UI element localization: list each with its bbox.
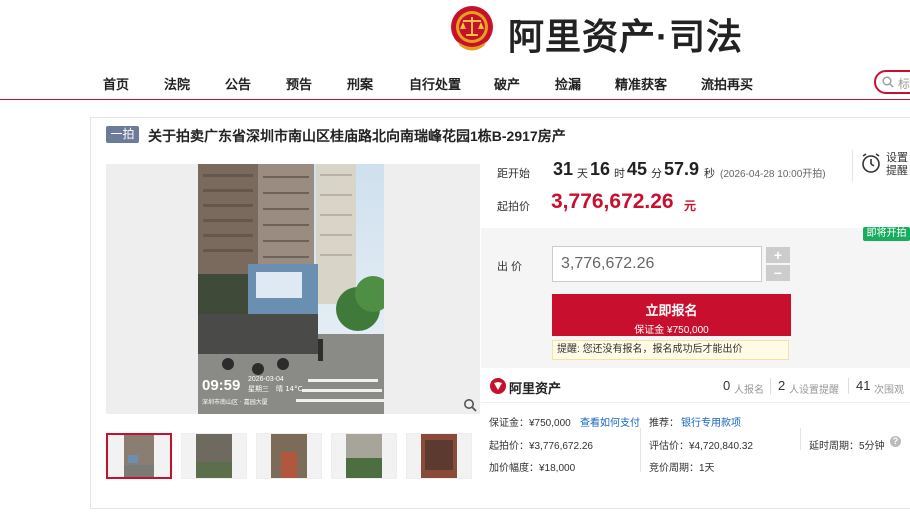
auction-stage-badge: 一拍: [106, 126, 139, 143]
auction-start-time: (2026-04-28 10:00开拍): [720, 169, 826, 180]
reminder-tip: 提醒: 您还没有报名，报名成功后才能出价: [552, 340, 789, 360]
bid-amount-input[interactable]: [552, 246, 762, 282]
photo-thumbnail[interactable]: [181, 433, 247, 479]
nav-item-precision-leads[interactable]: 精准获客: [615, 74, 667, 93]
set-reminder-button[interactable]: 设置提醒: [886, 152, 910, 178]
countdown-seconds-unit: 秒: [704, 168, 715, 180]
nav-item-home[interactable]: 首页: [103, 74, 129, 93]
start-price-value: 3,776,672.26: [551, 190, 674, 213]
nav-item-preview[interactable]: 预告: [286, 74, 312, 93]
photo-location: 深圳市南山区 · 嘉园大厦: [202, 398, 268, 406]
ali-assets-brand: 阿里资产: [509, 381, 562, 396]
photo-weekday: 星期三: [248, 385, 269, 393]
reminder-label: 人设置提醒: [789, 385, 839, 396]
zoom-icon[interactable]: [463, 398, 477, 412]
nav-item-criminal[interactable]: 刑案: [347, 74, 373, 93]
nav-item-announcement[interactable]: 公告: [225, 74, 251, 93]
bid-increment: 加价幅度：¥18,000: [489, 463, 576, 474]
signup-count: 0: [723, 378, 731, 393]
deposit-amount: 保证金：¥750,000: [489, 418, 571, 429]
decrease-bid-button[interactable]: −: [766, 265, 790, 281]
divider: [852, 150, 853, 182]
auction-title: 关于拍卖广东省深圳市南山区桂庙路北向南瑞峰花园1栋B-2917房产: [148, 128, 566, 144]
divider: [770, 378, 771, 394]
photo-time: 09:59: [202, 377, 240, 394]
photo-temp: 晴 14°C: [276, 384, 303, 393]
divider: [800, 428, 801, 450]
court-seal-logo-icon: [449, 5, 495, 53]
register-deposit-text: 保证金 ¥750,000: [634, 325, 709, 336]
help-icon[interactable]: ?: [890, 436, 901, 447]
nav-item-bargain[interactable]: 捡漏: [555, 74, 581, 93]
site-logo-text[interactable]: 阿里资产·司法: [508, 8, 743, 60]
appraisal-price: 评估价：¥4,720,840.32: [649, 441, 753, 452]
tip-text: 您还没有报名，报名成功后才能出价: [582, 344, 743, 355]
register-button-label: 立即报名: [645, 303, 698, 318]
divider: [640, 428, 641, 472]
tip-label: 提醒:: [557, 344, 580, 355]
start-price-detail: 起拍价：¥3,776,672.26: [489, 441, 593, 452]
divider: [848, 378, 849, 394]
countdown-hours-unit: 时: [614, 168, 625, 180]
search-placeholder: 标: [898, 77, 910, 91]
photo-date: 2026-03-04: [248, 376, 284, 383]
photo-thumbnail[interactable]: [406, 433, 472, 479]
nav-item-failed-rebuy[interactable]: 流拍再买: [701, 74, 753, 93]
reminder-count: 2: [778, 378, 786, 393]
how-to-pay-link[interactable]: 查看如何支付: [580, 414, 640, 429]
countdown-hours: 16: [590, 159, 611, 179]
search-icon: [882, 76, 894, 88]
countdown-label: 距开始: [497, 168, 530, 180]
nav-item-self-disposal[interactable]: 自行处置: [409, 74, 461, 93]
countdown-seconds: 57.9: [664, 159, 700, 179]
increase-bid-button[interactable]: +: [766, 247, 790, 263]
bid-label: 出 价: [497, 261, 523, 273]
photo-thumbnail[interactable]: [331, 433, 397, 479]
bidding-cycle: 竞价周期：1天: [649, 463, 715, 474]
countdown-minutes-unit: 分: [651, 168, 662, 180]
register-now-button[interactable]: 立即报名 保证金 ¥750,000: [552, 294, 791, 336]
photo-thumbnail[interactable]: [256, 433, 322, 479]
ali-assets-logo-icon: [490, 378, 506, 394]
bank-dedicated-funds-link[interactable]: 银行专用款项: [681, 414, 741, 429]
status-badge: 即将开拍: [863, 227, 910, 241]
nav-item-bankruptcy[interactable]: 破产: [494, 74, 520, 93]
nav-item-court[interactable]: 法院: [164, 74, 190, 93]
delay-period: 延时周期：5分钟: [809, 441, 885, 452]
view-label: 次围观: [874, 385, 904, 396]
countdown-minutes: 45: [627, 159, 648, 179]
photo-thumbnail[interactable]: [106, 433, 172, 479]
recommend-label: 推荐：: [649, 418, 679, 429]
signup-label: 人报名: [734, 385, 764, 396]
property-photo[interactable]: 09:59 2026-03-04 星期三 晴 14°C 深圳市南山区 · 嘉园大…: [198, 164, 391, 414]
countdown-days-unit: 天: [577, 168, 588, 180]
countdown-days: 31: [553, 159, 574, 179]
main-nav: 首页 法院 公告 预告 刑案 自行处置 破产 捡漏 精准获客 流拍再买: [0, 66, 910, 100]
view-count: 41: [856, 378, 871, 393]
search-input[interactable]: 标: [874, 70, 910, 94]
start-price-label: 起拍价: [497, 201, 530, 213]
start-price-unit: 元: [684, 199, 697, 213]
divider: [481, 402, 910, 403]
alarm-clock-icon[interactable]: [860, 152, 882, 174]
